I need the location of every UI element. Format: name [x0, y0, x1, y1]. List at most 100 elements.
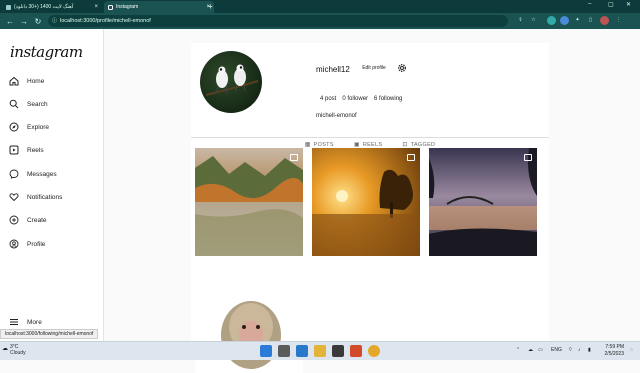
- messenger-icon: [9, 169, 19, 179]
- sidebar-item-explore[interactable]: Explore: [9, 120, 49, 134]
- share-icon[interactable]: ⇪: [516, 16, 525, 25]
- app-icon[interactable]: [332, 345, 344, 357]
- close-window-button[interactable]: ✕: [626, 1, 631, 8]
- language-indicator[interactable]: ENG: [551, 347, 562, 353]
- reload-icon[interactable]: ↻: [34, 17, 42, 26]
- edit-profile-button[interactable]: Edit profile: [355, 63, 393, 74]
- info-icon[interactable]: ⓘ: [52, 15, 57, 27]
- address-bar[interactable]: ⓘ localhost:3000/profile/michell-emonof: [48, 15, 508, 27]
- back-icon[interactable]: ←: [6, 17, 14, 26]
- sidebar-toggle-icon[interactable]: ▯: [586, 16, 595, 25]
- main-content: michell12 Edit profile 4 post 0 follower…: [105, 29, 640, 373]
- profile-card: michell12 Edit profile 4 post 0 follower…: [191, 43, 549, 373]
- sidebar-item-label: Reels: [27, 146, 44, 154]
- tab-label: REELS: [362, 141, 383, 148]
- followers-count[interactable]: 0 follower: [342, 96, 368, 102]
- sidebar-item-label: Notifications: [27, 193, 63, 201]
- tab-favicon-icon: [6, 4, 11, 10]
- grid-icon: ▦: [304, 142, 311, 148]
- tab-close-icon[interactable]: ×: [94, 4, 98, 10]
- tag-icon: ⊡: [402, 142, 408, 148]
- extensions-puzzle-icon[interactable]: ✦: [573, 16, 582, 25]
- sidebar-item-label: Profile: [27, 240, 46, 248]
- home-icon: [9, 76, 19, 86]
- profile-username: michell12: [316, 65, 350, 74]
- tab-tagged[interactable]: ⊡ TAGGED: [402, 141, 435, 149]
- tab-label: POSTS: [313, 141, 334, 148]
- cloud-icon: ☁: [2, 346, 8, 352]
- reels-icon: ▣: [353, 142, 360, 148]
- weather-widget[interactable]: ☁ 3°C Cloudy: [2, 344, 26, 356]
- sidebar-item-messages[interactable]: Messages: [9, 167, 57, 181]
- profile-icon: [9, 239, 19, 249]
- hamburger-menu-icon: [10, 319, 18, 325]
- menu-dots-icon[interactable]: ⋮: [614, 16, 623, 25]
- sidebar-item-create[interactable]: Create: [9, 213, 47, 227]
- birds-photo: [205, 64, 259, 96]
- vscode-icon[interactable]: [296, 345, 308, 357]
- forward-icon[interactable]: →: [20, 17, 28, 26]
- post-thumbnail[interactable]: [312, 148, 420, 256]
- browser-status-bar: localhost:3000/following/michell-emonof: [0, 329, 99, 339]
- sidebar-item-label: Explore: [27, 123, 50, 131]
- tab-title: Instagram: [116, 4, 139, 10]
- url-text: localhost:3000/profile/michell-emonof: [60, 18, 151, 24]
- new-tab-button[interactable]: +: [208, 2, 213, 11]
- sidebar-item-profile[interactable]: Profile: [9, 237, 45, 251]
- profile-stats: 4 post 0 follower 6 following: [320, 96, 402, 102]
- multi-post-icon: [407, 154, 415, 161]
- profile-full-name: michell-emonof: [316, 113, 357, 119]
- instagram-favicon-icon: [108, 4, 113, 10]
- browser-tab-music[interactable]: آهنگ لایت 1400 (+30 دانلود) ×: [2, 1, 102, 13]
- sidebar-item-search[interactable]: Search: [9, 97, 48, 111]
- windows-start-icon[interactable]: [260, 345, 272, 357]
- extension-icon[interactable]: [547, 16, 556, 25]
- profile-avatar[interactable]: [200, 51, 262, 113]
- taskbar-clock[interactable]: 7:59 PM 2/5/2023: [605, 344, 624, 358]
- browser-tab-instagram[interactable]: Instagram ×: [104, 1, 214, 13]
- winter-lake-photo: [429, 148, 537, 256]
- search-icon[interactable]: [278, 345, 290, 357]
- notification-bell-icon[interactable]: ◌: [630, 347, 633, 353]
- gear-icon[interactable]: [397, 63, 407, 73]
- sidebar-item-home[interactable]: Home: [9, 74, 44, 88]
- wifi-icon[interactable]: ⌔: [568, 347, 573, 353]
- file-explorer-icon[interactable]: [314, 345, 326, 357]
- sunset-photo: [312, 148, 420, 256]
- sidebar-item-more[interactable]: More: [9, 315, 42, 329]
- sidebar-item-label: More: [27, 318, 42, 326]
- post-thumbnail[interactable]: [195, 148, 303, 256]
- chrome-icon[interactable]: [368, 345, 380, 357]
- posts-count: 4 post: [320, 96, 337, 102]
- volume-icon[interactable]: ♪: [578, 347, 581, 353]
- maximize-button[interactable]: ▢: [608, 1, 614, 8]
- compass-icon: [9, 122, 19, 132]
- post-thumbnail[interactable]: [429, 148, 537, 256]
- sidebar-item-reels[interactable]: Reels: [9, 143, 44, 157]
- sidebar-item-label: Home: [27, 77, 45, 85]
- tab-reels[interactable]: ▣ REELS: [353, 141, 383, 149]
- minimize-button[interactable]: –: [588, 1, 591, 7]
- sidebar: instagram Home Search Explore Reels Mess…: [0, 29, 104, 341]
- sidebar-item-label: Create: [27, 216, 47, 224]
- bookmark-star-icon[interactable]: ☆: [529, 16, 538, 25]
- plus-circle-icon: [9, 215, 19, 225]
- following-count[interactable]: 6 following: [374, 96, 402, 102]
- divider: [191, 137, 549, 138]
- browser-tab-strip: آهنگ لایت 1400 (+30 دانلود) × Instagram …: [0, 0, 640, 13]
- tray-icon[interactable]: ☁: [528, 347, 533, 353]
- app-icon[interactable]: [350, 345, 362, 357]
- browser-toolbar: ← → ↻ ⓘ localhost:3000/profile/michell-e…: [0, 13, 640, 29]
- tab-posts[interactable]: ▦ POSTS: [304, 141, 334, 149]
- clock-date: 2/5/2023: [604, 351, 624, 357]
- weather-desc: Cloudy: [10, 350, 26, 356]
- tab-title: آهنگ لایت 1400 (+30 دانلود): [14, 4, 74, 10]
- instagram-logo[interactable]: instagram: [10, 43, 83, 61]
- profile-avatar-icon[interactable]: [600, 16, 609, 25]
- sidebar-item-notifications[interactable]: Notifications: [9, 190, 62, 204]
- tray-icon[interactable]: ▭: [538, 347, 543, 353]
- sidebar-item-label: Messages: [27, 170, 57, 178]
- tray-chevron-icon[interactable]: ⌃: [516, 347, 520, 353]
- extension-icon[interactable]: [560, 16, 569, 25]
- battery-icon[interactable]: ▮: [588, 347, 591, 353]
